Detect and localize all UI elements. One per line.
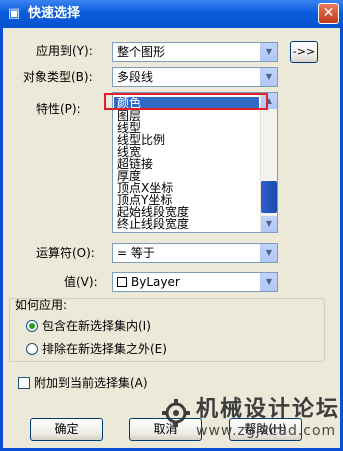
ok-button[interactable]: 确定 — [30, 418, 103, 441]
app-icon: ▣ — [7, 6, 21, 21]
operator-value: = 等于 — [117, 246, 155, 260]
operator-select[interactable]: = 等于 ▼ — [112, 243, 278, 263]
chevron-down-icon[interactable]: ▼ — [260, 43, 277, 61]
apply-to-value: 整个图形 — [117, 45, 166, 59]
window-title: 快速选择 — [28, 6, 81, 21]
properties-label: 特性(P): — [36, 102, 81, 116]
value-text: ByLayer — [117, 274, 180, 290]
list-item[interactable]: 终止线段宽度 — [117, 218, 189, 230]
value-label: 值(V): — [64, 275, 98, 289]
chevron-down-icon[interactable]: ▼ — [260, 68, 277, 86]
scroll-thumb[interactable] — [261, 181, 277, 213]
include-radio[interactable] — [26, 320, 38, 332]
value-selected: ByLayer — [131, 275, 180, 289]
help-button[interactable]: 帮助(H) — [229, 418, 302, 441]
apply-to-select[interactable]: 整个图形 ▼ — [112, 42, 278, 62]
annotation-highlight-box — [104, 93, 268, 110]
chevron-down-icon[interactable]: ▼ — [260, 273, 277, 291]
title-bar[interactable]: ▣ 快速选择 ✕ — [0, 0, 343, 28]
object-type-label: 对象类型(B): — [23, 70, 93, 84]
exclude-radio[interactable] — [26, 343, 38, 355]
append-label[interactable]: 附加到当前选择集(A) — [34, 375, 148, 391]
properties-scrollbar[interactable]: ▲ ▼ — [260, 93, 277, 232]
chevron-down-icon[interactable]: ▼ — [260, 244, 277, 262]
value-select[interactable]: ByLayer ▼ — [112, 272, 278, 292]
object-type-value: 多段线 — [117, 70, 154, 84]
select-objects-button[interactable]: ->> — [290, 41, 318, 63]
close-button[interactable]: ✕ — [318, 3, 339, 24]
properties-list[interactable]: 颜色 图层 线型 线型比例 线宽 超链接 厚度 顶点X坐标 顶点Y坐标 起始线段… — [112, 92, 278, 233]
append-checkbox[interactable] — [18, 377, 30, 389]
color-swatch-icon — [117, 277, 127, 287]
exclude-label[interactable]: 排除在新选择集之外(E) — [42, 341, 167, 357]
scroll-down-icon[interactable]: ▼ — [261, 216, 277, 232]
apply-to-label: 应用到(Y): — [36, 44, 93, 58]
cancel-button[interactable]: 取消 — [129, 418, 202, 441]
operator-label: 运算符(O): — [36, 246, 95, 260]
object-type-select[interactable]: 多段线 ▼ — [112, 67, 278, 87]
include-label[interactable]: 包含在新选择集内(I) — [42, 318, 151, 334]
